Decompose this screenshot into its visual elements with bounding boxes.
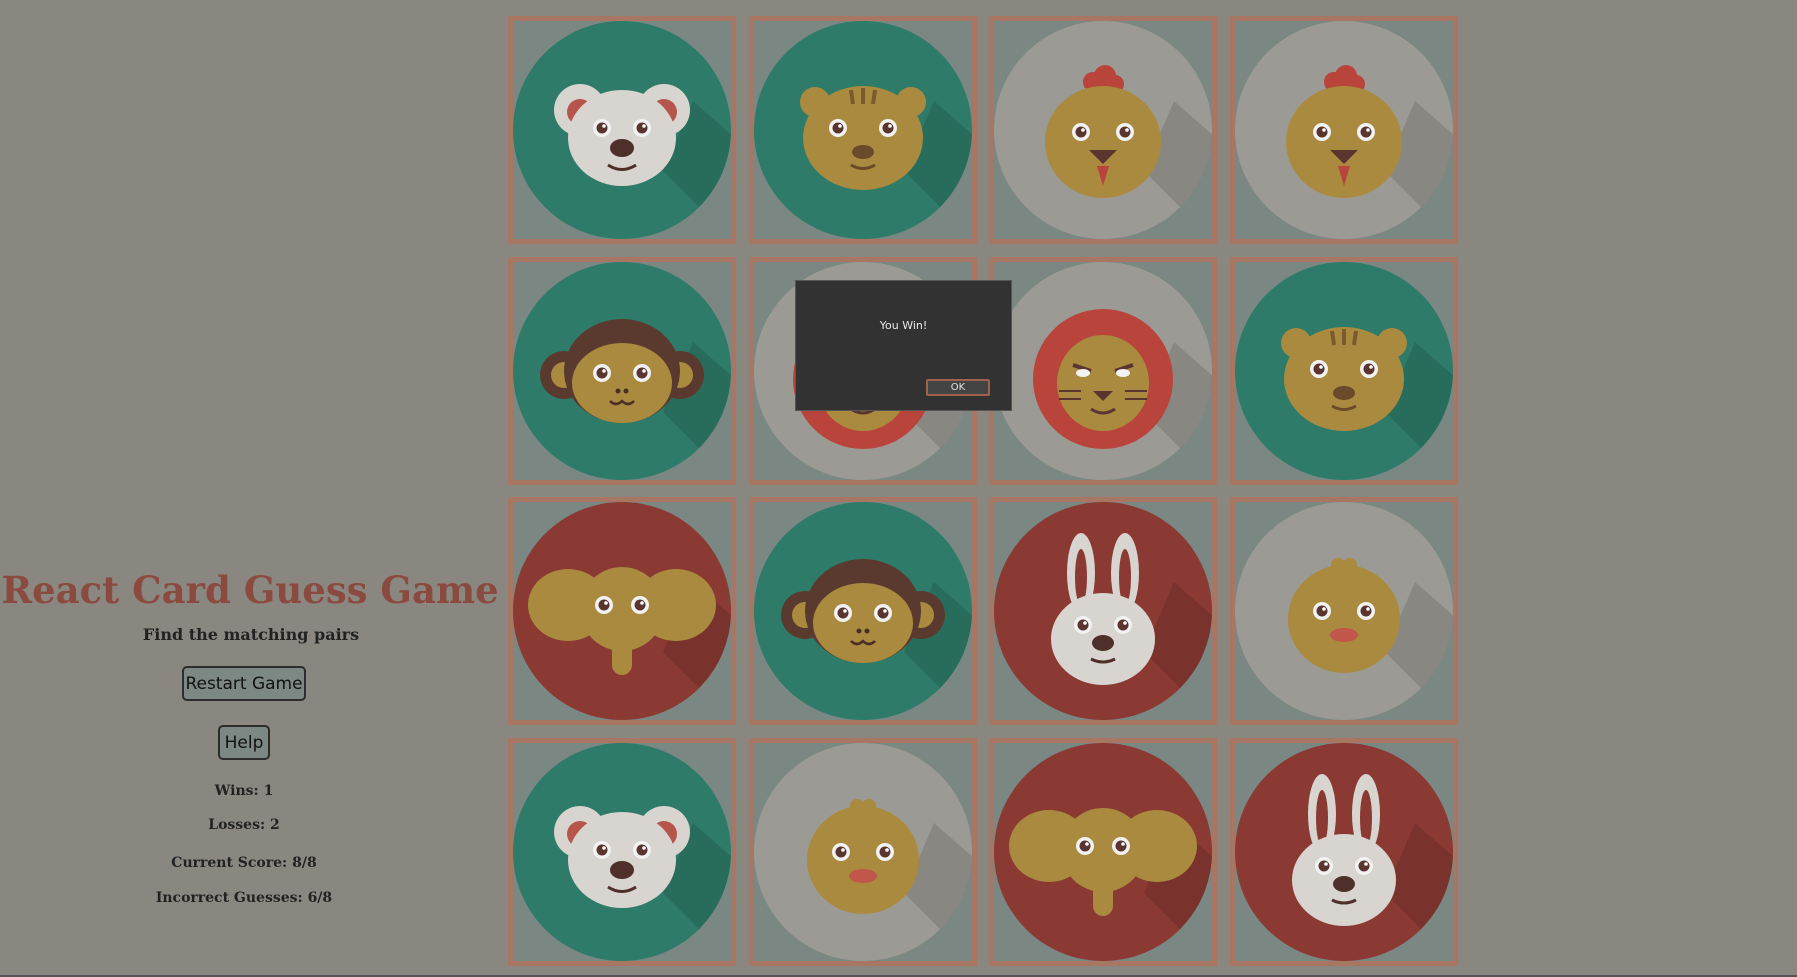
modal-overlay: You Win! OK [0, 0, 1797, 977]
game-app: React Card Guess Game Find the matching … [0, 0, 1797, 977]
win-dialog: You Win! OK [795, 280, 1012, 411]
win-message: You Win! [879, 319, 928, 332]
ok-button[interactable]: OK [926, 379, 990, 396]
